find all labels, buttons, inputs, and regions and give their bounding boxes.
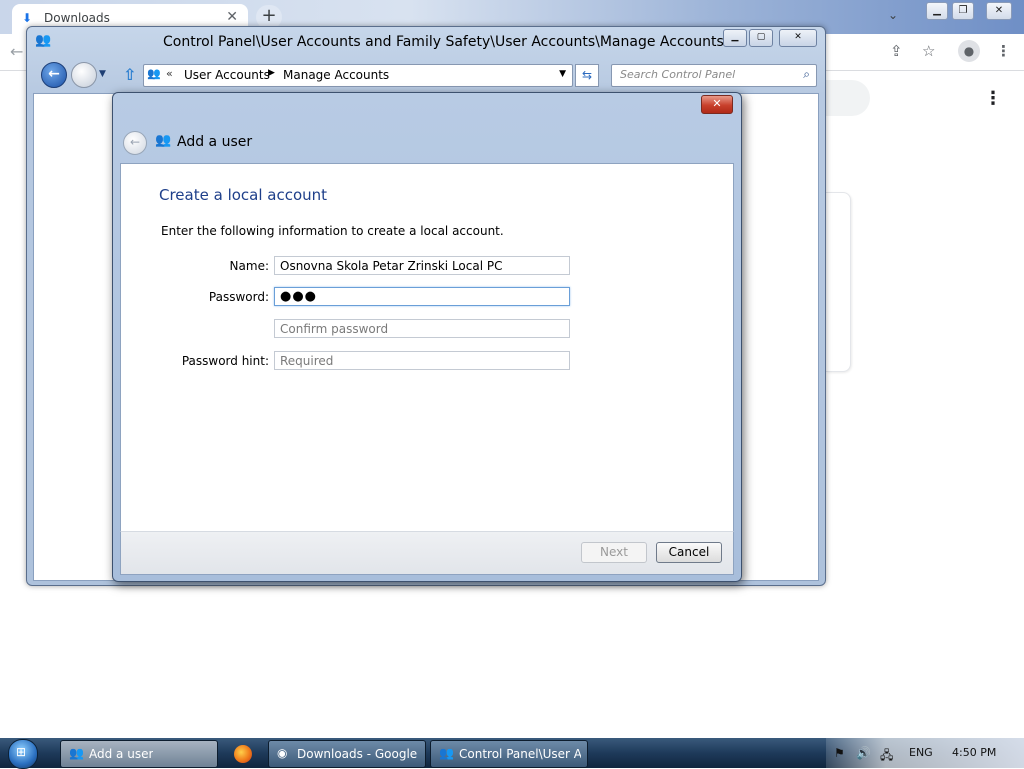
breadcrumb-separator-icon[interactable]: ▶ (268, 68, 275, 78)
password-field[interactable]: ●●● (274, 287, 570, 306)
start-button[interactable]: ⊞ (8, 739, 38, 769)
more-icon[interactable]: ⋮ (996, 42, 1011, 60)
page-menu-icon[interactable]: ⋮ (984, 88, 1002, 109)
taskbar-item-chrome[interactable]: ◉ Downloads - Google ... (268, 740, 426, 768)
user-accounts-icon: 👥 (147, 67, 161, 80)
password-hint-label: Password hint: (181, 354, 269, 368)
chevron-down-icon[interactable]: ⌄ (888, 8, 898, 22)
next-button[interactable]: Next (581, 542, 647, 563)
address-dropdown-icon[interactable]: ▼ (559, 69, 566, 79)
window-title: Control Panel\User Accounts and Family S… (163, 34, 724, 50)
taskbar: ⊞ 👥 Add a user ◉ Downloads - Google ... … (0, 738, 1024, 769)
refresh-button[interactable]: ⇆ (575, 64, 599, 87)
dialog-title: Add a user (177, 134, 253, 150)
taskbar-item-label: Control Panel\User A... (459, 747, 581, 761)
page-search-pill (826, 80, 870, 116)
volume-icon[interactable]: 🔊 (856, 746, 871, 760)
firefox-icon[interactable] (234, 745, 252, 763)
breadcrumb-user-accounts[interactable]: User Accounts (184, 68, 270, 82)
windows-logo-icon: ⊞ (16, 745, 27, 759)
add-user-dialog: ✕ ← 👥 Add a user Create a local account … (112, 92, 742, 582)
search-input[interactable]: Search Control Panel ⌕ (611, 64, 817, 87)
up-arrow-icon[interactable]: ⇧ (123, 65, 136, 84)
close-button[interactable]: ✕ (779, 29, 817, 47)
profile-avatar[interactable]: ● (958, 40, 980, 62)
name-label: Name: (229, 259, 269, 273)
dialog-footer: Next Cancel (120, 531, 734, 575)
restore-button[interactable]: ❐ (952, 2, 974, 20)
user-accounts-icon: 👥 (35, 33, 52, 48)
close-icon[interactable]: ✕ (226, 9, 238, 25)
taskbar-item-control-panel[interactable]: 👥 Control Panel\User A... (430, 740, 588, 768)
language-indicator[interactable]: ENG (909, 746, 933, 759)
minimize-button[interactable]: ▁ (926, 2, 948, 20)
search-placeholder: Search Control Panel (620, 68, 736, 81)
dialog-body: Create a local account Enter the followi… (120, 163, 734, 532)
browser-tab-title: Downloads (44, 11, 110, 25)
star-icon[interactable]: ☆ (922, 42, 935, 60)
maximize-button[interactable]: ▢ (749, 29, 773, 47)
taskbar-item-add-user[interactable]: 👥 Add a user (60, 740, 218, 768)
user-accounts-icon: 👥 (69, 746, 84, 760)
system-tray: ⚑ 🔊 🖧 ENG 4:50 PM (826, 738, 1024, 768)
breadcrumb-manage-accounts[interactable]: Manage Accounts (283, 68, 389, 82)
confirm-password-field[interactable]: Confirm password (274, 319, 570, 338)
close-button[interactable]: ✕ (986, 2, 1012, 20)
dialog-instructions: Enter the following information to creat… (161, 224, 504, 238)
password-hint-field[interactable]: Required (274, 351, 570, 370)
network-icon[interactable]: 🖧 (880, 746, 893, 767)
back-arrow-icon[interactable]: ← (10, 42, 23, 61)
search-icon[interactable]: ⌕ (803, 67, 810, 82)
chrome-icon: ◉ (277, 746, 288, 760)
taskbar-item-label: Downloads - Google ... (297, 747, 419, 761)
action-center-flag-icon[interactable]: ⚑ (834, 746, 845, 760)
user-accounts-icon: 👥 (439, 746, 454, 760)
recent-pages-dropdown[interactable]: ▼ (99, 69, 106, 79)
minimize-button[interactable]: ▁ (723, 29, 747, 47)
password-label: Password: (208, 290, 269, 304)
clock[interactable]: 4:50 PM (952, 746, 996, 759)
address-bar[interactable]: 👥 « User Accounts ▶ Manage Accounts ▼ (143, 64, 573, 87)
page-card (826, 192, 851, 372)
dialog-back-button[interactable]: ← (123, 131, 147, 155)
dialog-close-button[interactable]: ✕ (701, 95, 733, 114)
name-field[interactable]: Osnovna Skola Petar Zrinski Local PC (274, 256, 570, 275)
taskbar-item-label: Add a user (89, 747, 154, 761)
download-icon: ⬇ (22, 11, 33, 25)
dialog-heading: Create a local account (159, 186, 328, 204)
share-icon[interactable]: ⇪ (890, 42, 903, 60)
breadcrumb-overflow[interactable]: « (166, 67, 173, 80)
cancel-button[interactable]: Cancel (656, 542, 722, 563)
forward-button[interactable] (71, 62, 97, 88)
user-accounts-icon: 👥 (155, 133, 172, 148)
back-button[interactable]: ← (41, 62, 67, 88)
